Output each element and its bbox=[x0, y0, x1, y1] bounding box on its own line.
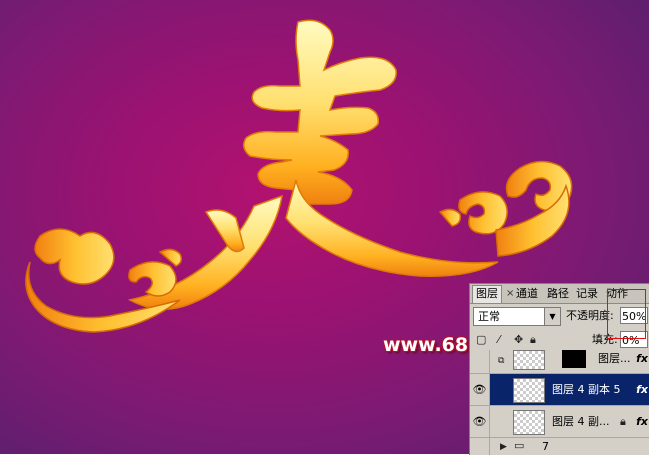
layer-group-row[interactable]: ▶ ▭ 7 bbox=[470, 438, 649, 455]
layer-name: 图层 4 副... bbox=[552, 415, 610, 428]
eye-icon[interactable]: 👁︎ bbox=[470, 374, 490, 405]
lock-icon: 🔒︎ bbox=[620, 415, 626, 428]
lock-icon[interactable]: 🔒︎ bbox=[530, 333, 536, 347]
brush-icon[interactable]: ⁄ bbox=[498, 333, 500, 347]
layer-row[interactable]: ⧉ 图层... fx bbox=[470, 350, 649, 374]
visibility-toggle[interactable] bbox=[470, 438, 490, 455]
tab-paths[interactable]: 路径 bbox=[547, 286, 569, 302]
cloud-scroll-left bbox=[25, 228, 183, 333]
tab-layers[interactable]: 图层 bbox=[472, 285, 502, 303]
tab-channels[interactable]: 通道 bbox=[516, 286, 538, 302]
fx-icon[interactable]: fx bbox=[636, 350, 648, 368]
move-icon[interactable]: ✥ bbox=[514, 333, 523, 347]
eye-icon[interactable]: 👁︎ bbox=[470, 406, 490, 437]
blend-mode-select[interactable]: 正常 ▼ bbox=[473, 307, 561, 326]
link-icon: ⧉ bbox=[498, 356, 505, 366]
layer-row-selected[interactable]: 👁︎ 图层 4 副本 5 fx bbox=[470, 374, 649, 406]
layer-row[interactable]: 👁︎ 图层 4 副... 🔒︎ fx bbox=[470, 406, 649, 438]
blend-mode-value: 正常 bbox=[478, 310, 500, 323]
layer-name: 图层 4 副本 5 bbox=[552, 383, 621, 396]
glyph-strokes bbox=[127, 19, 499, 310]
fx-icon[interactable]: fx bbox=[636, 406, 648, 437]
folder-icon: ▭ bbox=[514, 439, 525, 452]
lock-transparency-icon[interactable]: ▢ bbox=[476, 333, 486, 347]
fx-icon[interactable]: fx bbox=[636, 374, 648, 405]
tab-history[interactable]: 记录 bbox=[576, 286, 598, 302]
cloud-scroll-right bbox=[438, 160, 573, 257]
layer-thumbnail bbox=[513, 410, 545, 435]
close-icon[interactable]: × bbox=[506, 287, 514, 301]
group-name: 7 bbox=[542, 440, 549, 453]
layer-name: 图层... bbox=[598, 352, 631, 365]
triangle-icon[interactable]: ▶ bbox=[500, 440, 507, 454]
layer-thumbnail bbox=[513, 378, 545, 403]
layer-mask-thumbnail bbox=[562, 350, 586, 368]
dropdown-icon[interactable]: ▼ bbox=[544, 308, 560, 325]
highlight-box bbox=[607, 289, 646, 339]
layer-thumbnail bbox=[513, 350, 545, 370]
visibility-toggle[interactable] bbox=[470, 350, 490, 373]
